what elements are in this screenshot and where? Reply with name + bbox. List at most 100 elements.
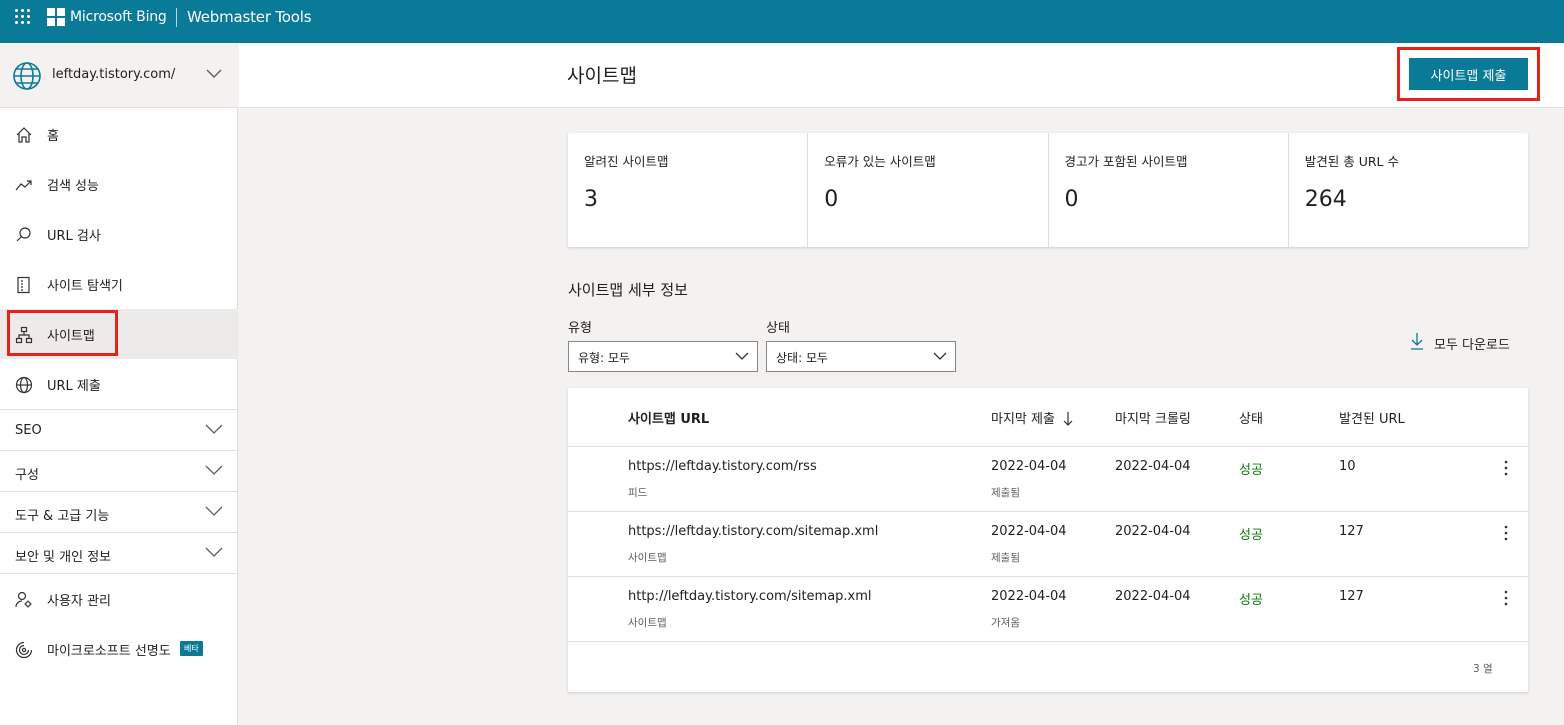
stat-value: 264: [1304, 187, 1347, 212]
sidebar-section-label: 도구 & 고급 기능: [15, 509, 110, 524]
submitted-note: 제출됨: [991, 552, 1020, 564]
last-crawled: 2022-04-04: [1115, 589, 1191, 604]
sidebar-section-tools[interactable]: 도구 & 고급 기능: [0, 491, 238, 532]
sidebar-section-label: 보안 및 개인 정보: [15, 550, 112, 565]
submitted-note: 가져옴: [991, 617, 1020, 629]
column-header-last-submitted[interactable]: 마지막 제출: [991, 408, 1073, 427]
globe-icon: [15, 376, 33, 394]
clarity-icon: [15, 641, 33, 659]
sitemap-url[interactable]: https://leftday.tistory.com/rss: [628, 459, 817, 474]
chevron-down-icon: [205, 424, 223, 434]
column-header-found-urls[interactable]: 발견된 URL: [1339, 408, 1405, 427]
sidebar-section-security[interactable]: 보안 및 개인 정보: [0, 532, 238, 573]
type-filter-dropdown[interactable]: 유형: 모두: [568, 341, 758, 372]
column-header-status[interactable]: 상태: [1239, 408, 1263, 427]
globe-icon: [13, 62, 41, 90]
table-row[interactable]: https://leftday.tistory.com/sitemap.xml …: [568, 512, 1528, 577]
last-crawled: 2022-04-04: [1115, 524, 1191, 539]
table-row[interactable]: http://leftday.tistory.com/sitemap.xml 사…: [568, 577, 1528, 642]
last-submitted: 2022-04-04: [991, 524, 1067, 539]
sidebar-item-label: 검색 성능: [47, 179, 99, 194]
beta-badge: 베타: [180, 641, 203, 656]
status-filter-value: 상태: 모두: [776, 351, 829, 365]
app-launcher-icon[interactable]: [15, 9, 31, 25]
stat-value: 0: [824, 187, 839, 212]
search-icon: [16, 227, 31, 242]
stat-known-sitemaps: 알려진 사이트맵 3: [568, 133, 809, 247]
column-header-label: 마지막 제출: [991, 412, 1055, 427]
table-row[interactable]: https://leftday.tistory.com/rss 피드 2022-…: [568, 447, 1528, 512]
status-filter-label: 상태: [766, 321, 790, 336]
home-icon: [16, 127, 32, 143]
sidebar-item-label: 마이크로소프트 선명도: [47, 644, 171, 659]
last-crawled: 2022-04-04: [1115, 459, 1191, 474]
stat-value: 3: [584, 187, 598, 212]
sitemaps-table: 사이트맵 URL 마지막 제출 마지막 크롤링 상태 발견된 URL https…: [568, 388, 1528, 692]
brand-name[interactable]: Microsoft Bing: [70, 9, 167, 25]
stat-label: 알려진 사이트맵: [584, 154, 669, 169]
stat-sitemaps-with-warnings: 경고가 포함된 사이트맵 0: [1049, 133, 1289, 247]
highlight-box: [1397, 47, 1540, 101]
stat-total-urls: 발견된 총 URL 수 264: [1289, 133, 1528, 247]
found-urls: 127: [1339, 589, 1364, 604]
sitemap-type: 피드: [628, 487, 648, 499]
status-filter-dropdown[interactable]: 상태: 모두: [766, 341, 956, 372]
sidebar-item-label: 사이트 탐색기: [47, 279, 123, 294]
chevron-down-icon: [933, 352, 947, 360]
sidebar-item-clarity[interactable]: 마이크로소프트 선명도 베타: [0, 624, 238, 674]
document-icon: [17, 276, 30, 294]
column-header-last-crawled[interactable]: 마지막 크롤링: [1115, 408, 1191, 427]
status-value: 성공: [1239, 463, 1263, 478]
product-name[interactable]: Webmaster Tools: [187, 8, 312, 26]
sidebar: leftday.tistory.com/ 홈 검색 성능 URL 검사 사이트 …: [0, 43, 238, 725]
sidebar-item-label: 홈: [47, 129, 59, 144]
download-all-button[interactable]: 모두 다운로드: [1410, 332, 1510, 354]
status-value: 성공: [1239, 593, 1263, 608]
chevron-down-icon: [205, 506, 223, 516]
download-all-label: 모두 다운로드: [1434, 338, 1510, 353]
stat-sitemaps-with-errors: 오류가 있는 사이트맵 0: [808, 133, 1049, 247]
stats-card: 알려진 사이트맵 3 오류가 있는 사이트맵 0 경고가 포함된 사이트맵 0 …: [568, 133, 1528, 247]
chevron-down-icon: [735, 352, 749, 360]
sidebar-item-site-explorer[interactable]: 사이트 탐색기: [0, 259, 238, 309]
sitemap-url[interactable]: https://leftday.tistory.com/sitemap.xml: [628, 524, 878, 539]
sidebar-section-label: 구성: [15, 468, 39, 483]
sitemap-type: 사이트맵: [628, 617, 667, 629]
submitted-note: 제출됨: [991, 487, 1020, 499]
microsoft-logo-icon: [47, 8, 65, 26]
sidebar-section-seo[interactable]: SEO: [0, 409, 238, 450]
sidebar-item-label: URL 제출: [47, 379, 101, 394]
more-options-icon[interactable]: [1502, 460, 1510, 476]
sort-arrow-down-icon: [1063, 412, 1073, 426]
brand-divider: [176, 8, 177, 27]
site-selector[interactable]: leftday.tistory.com/: [0, 43, 238, 108]
sidebar-item-url-inspection[interactable]: URL 검사: [0, 209, 238, 259]
more-options-icon[interactable]: [1502, 590, 1510, 606]
found-urls: 10: [1339, 459, 1356, 474]
page-title: 사이트맵: [567, 65, 637, 87]
more-options-icon[interactable]: [1502, 525, 1510, 541]
status-value: 성공: [1239, 528, 1263, 543]
sidebar-item-label: 사용자 관리: [47, 594, 111, 609]
site-name: leftday.tistory.com/: [52, 67, 176, 82]
stat-label: 발견된 총 URL 수: [1304, 154, 1399, 169]
type-filter-value: 유형: 모두: [578, 351, 631, 365]
sitemap-type: 사이트맵: [628, 552, 667, 564]
top-bar: Microsoft Bing Webmaster Tools: [0, 0, 1564, 43]
sidebar-item-url-submission[interactable]: URL 제출: [0, 359, 238, 409]
highlight-box: [7, 310, 118, 356]
sidebar-item-user-management[interactable]: 사용자 관리: [0, 574, 238, 624]
download-icon: [1411, 333, 1423, 350]
chevron-down-icon: [206, 69, 222, 78]
found-urls: 127: [1339, 524, 1364, 539]
stat-label: 오류가 있는 사이트맵: [824, 154, 936, 169]
page-header: 사이트맵 사이트맵 제출: [239, 43, 1564, 108]
stat-value: 0: [1064, 187, 1079, 212]
stat-label: 경고가 포함된 사이트맵: [1064, 154, 1188, 169]
trending-icon: [15, 180, 32, 191]
sitemap-url[interactable]: http://leftday.tistory.com/sitemap.xml: [628, 589, 872, 604]
column-header-url[interactable]: 사이트맵 URL: [628, 408, 709, 427]
sidebar-item-home[interactable]: 홈: [0, 109, 238, 159]
sidebar-item-search-performance[interactable]: 검색 성능: [0, 159, 238, 209]
sidebar-section-configuration[interactable]: 구성: [0, 450, 238, 491]
